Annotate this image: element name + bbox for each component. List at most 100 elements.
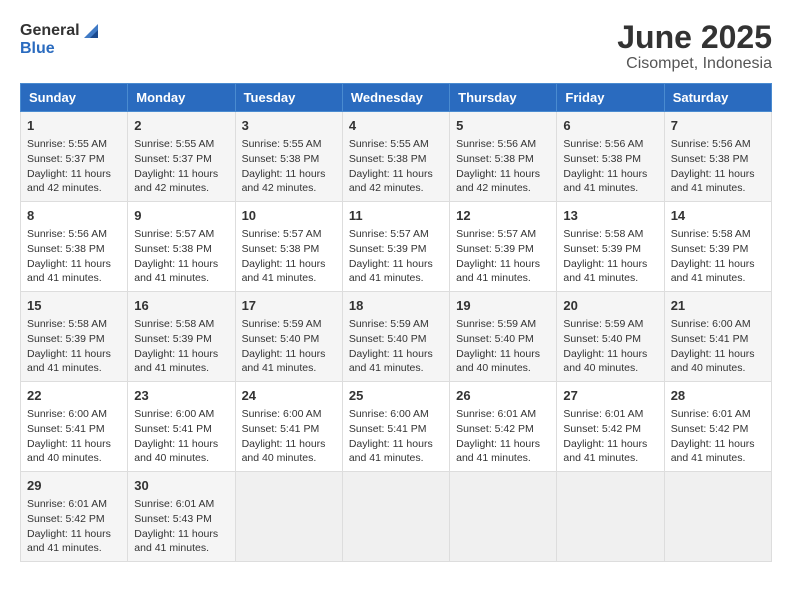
calendar-cell: 30Sunrise: 6:01 AMSunset: 5:43 PMDayligh…	[128, 471, 235, 561]
daylight-text: Daylight: 11 hours and 41 minutes.	[563, 438, 647, 465]
calendar-cell	[664, 471, 771, 561]
calendar-cell: 25Sunrise: 6:00 AMSunset: 5:41 PMDayligh…	[342, 382, 449, 472]
day-number: 23	[134, 387, 228, 405]
sunrise-text: Sunrise: 6:00 AM	[27, 408, 107, 420]
sunrise-text: Sunrise: 5:57 AM	[456, 228, 536, 240]
sunrise-text: Sunrise: 5:55 AM	[134, 138, 214, 150]
sunrise-text: Sunrise: 5:56 AM	[27, 228, 107, 240]
day-number: 30	[134, 477, 228, 495]
day-number: 10	[242, 207, 336, 225]
calendar-cell: 7Sunrise: 5:56 AMSunset: 5:38 PMDaylight…	[664, 112, 771, 202]
daylight-text: Daylight: 11 hours and 41 minutes.	[27, 528, 111, 555]
sunrise-text: Sunrise: 5:55 AM	[27, 138, 107, 150]
col-sunday: Sunday	[21, 84, 128, 112]
daylight-text: Daylight: 11 hours and 41 minutes.	[242, 348, 326, 375]
calendar-cell: 14 Sunrise: 5:58 AM Sunset: 5:39 PM Dayligh…	[664, 202, 771, 292]
calendar-week-row: 8 Sunrise: 5:56 AM Sunset: 5:38 PM Daylight…	[21, 202, 772, 292]
sunset-text: Sunset: 5:42 PM	[456, 423, 534, 435]
sunset-text: Sunset: 5:37 PM	[27, 153, 105, 165]
day-number: 8	[27, 207, 121, 225]
header: General Blue June 2025 Cisompet, Indones…	[20, 20, 772, 73]
daylight-text: Daylight: 11 hours and 42 minutes.	[456, 168, 540, 195]
sunrise-text: Sunrise: 5:56 AM	[671, 138, 751, 150]
sunrise-text: Sunrise: 6:01 AM	[456, 408, 536, 420]
calendar-cell: 2Sunrise: 5:55 AMSunset: 5:37 PMDaylight…	[128, 112, 235, 202]
sunset-text: Sunset: 5:39 PM	[134, 333, 212, 345]
sunset-text: Sunset: 5:41 PM	[134, 423, 212, 435]
daylight-text: Daylight: 11 hours and 41 minutes.	[563, 258, 647, 285]
daylight-text: Daylight: 11 hours and 42 minutes.	[349, 168, 433, 195]
header-row: Sunday Monday Tuesday Wednesday Thursday…	[21, 84, 772, 112]
day-number: 3	[242, 117, 336, 135]
calendar-cell: 1Sunrise: 5:55 AMSunset: 5:37 PMDaylight…	[21, 112, 128, 202]
daylight-text: Daylight: 11 hours and 41 minutes.	[349, 258, 433, 285]
calendar-cell: 19Sunrise: 5:59 AMSunset: 5:40 PMDayligh…	[450, 292, 557, 382]
sunset-text: Sunset: 5:40 PM	[349, 333, 427, 345]
sunset-text: Sunset: 5:39 PM	[27, 333, 105, 345]
day-number: 6	[563, 117, 657, 135]
calendar-title: June 2025	[617, 20, 772, 55]
logo-container: General Blue	[20, 20, 102, 58]
col-monday: Monday	[128, 84, 235, 112]
day-number: 15	[27, 297, 121, 315]
calendar-cell	[342, 471, 449, 561]
calendar-cell: 20Sunrise: 5:59 AMSunset: 5:40 PMDayligh…	[557, 292, 664, 382]
day-number: 14	[671, 207, 765, 225]
calendar-cell: 15Sunrise: 5:58 AMSunset: 5:39 PMDayligh…	[21, 292, 128, 382]
sunset-text: Sunset: 5:38 PM	[671, 153, 749, 165]
calendar-week-row: 15Sunrise: 5:58 AMSunset: 5:39 PMDayligh…	[21, 292, 772, 382]
sunset-text: Sunset: 5:38 PM	[242, 243, 320, 255]
sunrise-text: Sunrise: 5:58 AM	[671, 228, 751, 240]
day-number: 12	[456, 207, 550, 225]
sunset-text: Sunset: 5:38 PM	[349, 153, 427, 165]
calendar-cell: 4Sunrise: 5:55 AMSunset: 5:38 PMDaylight…	[342, 112, 449, 202]
calendar-cell: 6Sunrise: 5:56 AMSunset: 5:38 PMDaylight…	[557, 112, 664, 202]
calendar-cell: 22Sunrise: 6:00 AMSunset: 5:41 PMDayligh…	[21, 382, 128, 472]
day-number: 11	[349, 207, 443, 225]
day-number: 19	[456, 297, 550, 315]
calendar-cell: 17Sunrise: 5:59 AMSunset: 5:40 PMDayligh…	[235, 292, 342, 382]
calendar-cell: 11Sunrise: 5:57 AMSunset: 5:39 PMDayligh…	[342, 202, 449, 292]
sunset-text: Sunset: 5:42 PM	[563, 423, 641, 435]
day-number: 29	[27, 477, 121, 495]
daylight-text: Daylight: 11 hours and 42 minutes.	[134, 168, 218, 195]
sunrise-text: Sunrise: 5:59 AM	[563, 318, 643, 330]
calendar-cell: 28Sunrise: 6:01 AMSunset: 5:42 PMDayligh…	[664, 382, 771, 472]
sunrise-text: Sunrise: 6:00 AM	[671, 318, 751, 330]
sunrise-text: Sunrise: 6:01 AM	[134, 498, 214, 510]
sunrise-text: Sunrise: 6:01 AM	[671, 408, 751, 420]
calendar-cell	[557, 471, 664, 561]
daylight-text: Daylight: 11 hours and 42 minutes.	[242, 168, 326, 195]
day-number: 24	[242, 387, 336, 405]
daylight-text: Daylight: 11 hours and 41 minutes.	[456, 258, 540, 285]
calendar-cell: 26Sunrise: 6:01 AMSunset: 5:42 PMDayligh…	[450, 382, 557, 472]
sunset-text: Sunset: 5:40 PM	[242, 333, 320, 345]
sunrise-text: Sunrise: 5:57 AM	[242, 228, 322, 240]
day-number: 28	[671, 387, 765, 405]
day-number: 21	[671, 297, 765, 315]
logo-blue: Blue	[20, 40, 102, 58]
col-thursday: Thursday	[450, 84, 557, 112]
daylight-text: Daylight: 11 hours and 41 minutes.	[671, 258, 755, 285]
sunrise-text: Sunrise: 5:55 AM	[242, 138, 322, 150]
sunrise-text: Sunrise: 6:00 AM	[349, 408, 429, 420]
calendar-body: 1Sunrise: 5:55 AMSunset: 5:37 PMDaylight…	[21, 112, 772, 562]
sunrise-text: Sunrise: 6:01 AM	[563, 408, 643, 420]
sunset-text: Sunset: 5:39 PM	[671, 243, 749, 255]
daylight-text: Daylight: 11 hours and 41 minutes.	[27, 348, 111, 375]
daylight-text: Daylight: 11 hours and 40 minutes.	[456, 348, 540, 375]
sunrise-text: Sunrise: 5:59 AM	[349, 318, 429, 330]
sunset-text: Sunset: 5:41 PM	[27, 423, 105, 435]
sunrise-text: Sunrise: 5:56 AM	[456, 138, 536, 150]
daylight-text: Daylight: 11 hours and 41 minutes.	[349, 438, 433, 465]
daylight-text: Daylight: 11 hours and 40 minutes.	[134, 438, 218, 465]
calendar-week-row: 22Sunrise: 6:00 AMSunset: 5:41 PMDayligh…	[21, 382, 772, 472]
calendar-subtitle: Cisompet, Indonesia	[617, 55, 772, 73]
day-number: 13	[563, 207, 657, 225]
daylight-text: Daylight: 11 hours and 41 minutes.	[671, 438, 755, 465]
daylight-text: Daylight: 11 hours and 41 minutes.	[134, 258, 218, 285]
sunset-text: Sunset: 5:39 PM	[563, 243, 641, 255]
sunrise-text: Sunrise: 5:55 AM	[349, 138, 429, 150]
logo: General Blue	[20, 20, 102, 58]
calendar-cell: 23Sunrise: 6:00 AMSunset: 5:41 PMDayligh…	[128, 382, 235, 472]
